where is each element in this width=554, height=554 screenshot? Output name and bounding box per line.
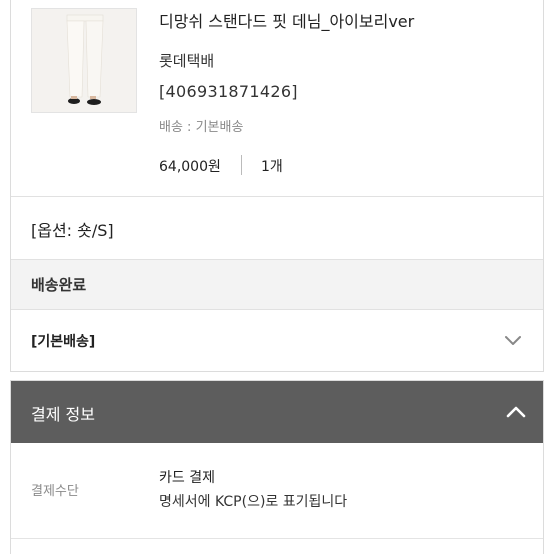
- shipping-type: [기본배송]: [31, 334, 96, 350]
- payment-info-section: 결제 정보 결제수단 카드 결제 명세서에 KCP(으)로 표기됩니다: [10, 380, 544, 554]
- product-row: 디망쉬 스탠다드 핏 데님_아이보리ver 롯데택배 [406931871426…: [11, 0, 543, 196]
- payment-method-row: 결제수단 카드 결제 명세서에 KCP(으)로 표기됩니다: [11, 443, 543, 539]
- payment-method-value: 카드 결제: [159, 470, 215, 486]
- payment-info-title: 결제 정보: [31, 405, 95, 424]
- courier-name: 롯데택배: [159, 52, 215, 70]
- product-image: [32, 9, 136, 112]
- product-option: [옵션: 숏/S]: [31, 221, 114, 240]
- product-price: 64,000원: [159, 159, 221, 175]
- chevron-down-icon[interactable]: [503, 330, 523, 350]
- order-status-row: 배송완료: [11, 259, 543, 310]
- order-status: 배송완료: [31, 276, 87, 294]
- shipping-type-toggle[interactable]: [기본배송]: [11, 310, 543, 371]
- product-name[interactable]: 디망쉬 스탠다드 핏 데님_아이보리ver: [159, 8, 414, 32]
- payment-info-header[interactable]: 결제 정보: [11, 381, 543, 443]
- price-quantity-divider: [241, 155, 242, 175]
- product-quantity: 1개: [261, 159, 283, 175]
- shipping-method-label: 배송 : 기본배송: [159, 120, 244, 135]
- tracking-number[interactable]: [406931871426]: [159, 82, 298, 101]
- product-thumbnail[interactable]: [31, 8, 137, 113]
- payment-method-label: 결제수단: [31, 484, 79, 499]
- option-row: [옵션: 숏/S]: [11, 197, 543, 259]
- order-item-card: 디망쉬 스탠다드 핏 데님_아이보리ver 롯데택배 [406931871426…: [10, 0, 544, 372]
- payment-statement-note: 명세서에 KCP(으)로 표기됩니다: [159, 494, 348, 510]
- chevron-up-icon[interactable]: [505, 401, 527, 423]
